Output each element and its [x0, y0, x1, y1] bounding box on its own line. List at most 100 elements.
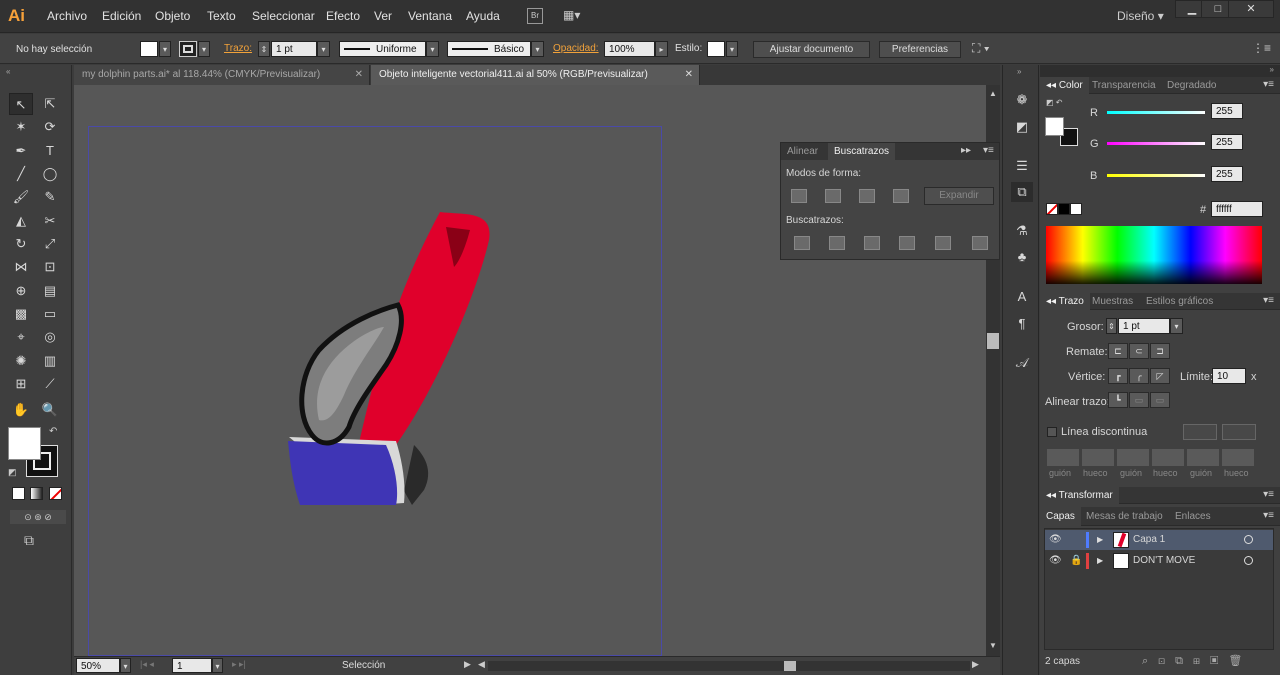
eye-icon[interactable]: 👁: [1049, 551, 1062, 571]
hand-tool-icon[interactable]: ✋: [9, 399, 33, 421]
butt-cap-icon[interactable]: ⊏: [1108, 343, 1128, 359]
scroll-down-icon[interactable]: ▼: [989, 641, 997, 650]
default-fill-stroke-icon[interactable]: ◩ ↶: [1046, 98, 1062, 107]
layer-row[interactable]: 👁 🔒 ▶ DON'T MOVE: [1045, 551, 1273, 571]
stroke-dropdown[interactable]: ▾: [198, 41, 210, 57]
none-mode-icon[interactable]: [49, 487, 62, 500]
pen-tool-icon[interactable]: ✒: [9, 140, 33, 162]
opacity-label[interactable]: Opacidad:: [553, 43, 599, 54]
round-join-icon[interactable]: ╭: [1129, 368, 1149, 384]
tab-capas[interactable]: Capas: [1040, 507, 1081, 526]
tab-transformar[interactable]: ◂◂ Transformar: [1040, 487, 1119, 504]
slice-tool-icon[interactable]: ⟋: [38, 373, 62, 395]
gap-1-input[interactable]: [1082, 449, 1114, 466]
pathfinder-panel-icon[interactable]: ⧉: [1011, 182, 1033, 202]
b-slider[interactable]: [1107, 174, 1205, 177]
color-spectrum[interactable]: [1046, 226, 1262, 284]
stroke-label[interactable]: Trazo:: [224, 43, 252, 54]
ellipse-tool-icon[interactable]: ◯: [38, 163, 62, 185]
panel-collapse-icon[interactable]: ▸▸: [961, 145, 971, 156]
menu-ayuda[interactable]: Ayuda: [466, 9, 500, 23]
paragraph-panel-icon[interactable]: ¶: [1011, 314, 1033, 334]
panel-menu-icon[interactable]: ▾≡: [1263, 489, 1274, 500]
align-inside-icon[interactable]: ▭: [1129, 392, 1149, 408]
artboard-number-input[interactable]: 1: [172, 658, 212, 673]
direct-selection-tool-icon[interactable]: ⇱: [38, 93, 62, 115]
selection-tool-icon[interactable]: ↖: [9, 93, 33, 115]
divide-icon[interactable]: [794, 236, 810, 250]
perspective-grid-tool-icon[interactable]: ▤: [38, 280, 62, 302]
g-input[interactable]: 255: [1211, 134, 1243, 150]
fill-color-box[interactable]: [8, 427, 41, 460]
zoom-dropdown[interactable]: ▾: [120, 658, 131, 673]
exclude-icon[interactable]: [893, 189, 909, 203]
width-tool-icon[interactable]: ⋈: [9, 256, 33, 278]
eyedropper-tool-icon[interactable]: ⌖: [9, 326, 33, 348]
symbols-panel-icon[interactable]: ♣: [1011, 247, 1033, 267]
layers-footer-icons[interactable]: ⌕⊡⧉⊞▣🗑: [1142, 654, 1252, 668]
stroke-swatch[interactable]: [179, 41, 197, 57]
gap-2-input[interactable]: [1152, 449, 1184, 466]
dash-3-input[interactable]: [1187, 449, 1219, 466]
variable-width-profile[interactable]: Uniforme: [339, 41, 426, 57]
bevel-join-icon[interactable]: ◸: [1150, 368, 1170, 384]
blob-brush-tool-icon[interactable]: ◭: [9, 210, 33, 232]
crop-icon[interactable]: [899, 236, 915, 250]
tab-enlaces[interactable]: Enlaces: [1169, 507, 1217, 526]
dash-2-input[interactable]: [1117, 449, 1149, 466]
swap-colors-icon[interactable]: ↶: [49, 426, 57, 437]
mesh-tool-icon[interactable]: ▩: [9, 303, 33, 325]
arrange-icon[interactable]: ⛶ ▾: [972, 41, 990, 56]
minus-front-icon[interactable]: [825, 189, 841, 203]
color-fill-swatch[interactable]: [1045, 117, 1064, 136]
menu-efecto[interactable]: Efecto: [326, 9, 360, 23]
opentype-panel-icon[interactable]: 𝒜: [1011, 353, 1033, 373]
brush-dropdown[interactable]: ▾: [531, 41, 544, 57]
g-slider[interactable]: [1107, 142, 1205, 145]
close-tab-icon[interactable]: ✕: [355, 65, 363, 85]
fill-swatch[interactable]: [140, 41, 158, 57]
blend-tool-icon[interactable]: ◎: [38, 326, 62, 348]
layer-name[interactable]: DON'T MOVE: [1133, 551, 1195, 571]
dashed-line-checkbox[interactable]: [1047, 427, 1057, 437]
style-dropdown[interactable]: ▾: [726, 41, 738, 57]
profile-dropdown[interactable]: ▾: [426, 41, 439, 57]
type-tool-icon[interactable]: T: [38, 140, 62, 162]
expand-layer-icon[interactable]: ▶: [1097, 551, 1103, 571]
gradient-panel-icon[interactable]: ◩: [1011, 117, 1033, 137]
color-mode-icon[interactable]: [12, 487, 25, 500]
white-swatch[interactable]: [1070, 203, 1082, 215]
panel-menu-icon[interactable]: ▾≡: [983, 145, 994, 156]
drawing-modes-icon[interactable]: ⊙ ⊚ ⊘: [10, 510, 66, 524]
character-panel-icon[interactable]: A: [1011, 287, 1033, 307]
menu-ver[interactable]: Ver: [374, 9, 392, 23]
unite-icon[interactable]: [791, 189, 807, 203]
target-icon[interactable]: [1244, 535, 1253, 544]
menu-texto[interactable]: Texto: [207, 9, 236, 23]
tab-color[interactable]: ◂◂ Color: [1040, 77, 1089, 94]
panel-menu-icon[interactable]: ▾≡: [1263, 295, 1274, 306]
align-outside-icon[interactable]: ▭: [1150, 392, 1170, 408]
lock-icon[interactable]: 🔒: [1070, 551, 1082, 571]
intersect-icon[interactable]: [859, 189, 875, 203]
dash-align-icon[interactable]: [1183, 424, 1217, 440]
tab-objeto-inteligente[interactable]: Objeto inteligente vectorial411.ai al 50…: [371, 65, 700, 85]
expand-dock-icon[interactable]: »: [1017, 67, 1021, 76]
stroke-spinner[interactable]: ⇕: [258, 41, 270, 57]
artboard-tool-icon[interactable]: ⊞: [9, 373, 33, 395]
tab-estilos-graficos[interactable]: Estilos gráficos: [1140, 293, 1219, 310]
stroke-weight-input[interactable]: 1 pt: [271, 41, 317, 57]
eye-icon[interactable]: 👁: [1049, 530, 1062, 550]
tab-alinear[interactable]: Alinear: [781, 143, 824, 160]
arrange-documents-icon[interactable]: ▦▾: [563, 8, 591, 24]
expand-layer-icon[interactable]: ▶: [1097, 530, 1103, 550]
tab-mesas-de-trabajo[interactable]: Mesas de trabajo: [1080, 507, 1169, 526]
merge-icon[interactable]: [864, 236, 880, 250]
lasso-tool-icon[interactable]: ⟳: [38, 116, 62, 138]
stroke-weight-dropdown[interactable]: ▾: [317, 41, 330, 57]
none-swatch[interactable]: [1046, 203, 1058, 215]
round-cap-icon[interactable]: ⊂: [1129, 343, 1149, 359]
scroll-right-icon[interactable]: ▶: [972, 659, 979, 670]
preferences-button[interactable]: Preferencias: [879, 41, 961, 58]
scroll-up-icon[interactable]: ▲: [989, 89, 997, 98]
